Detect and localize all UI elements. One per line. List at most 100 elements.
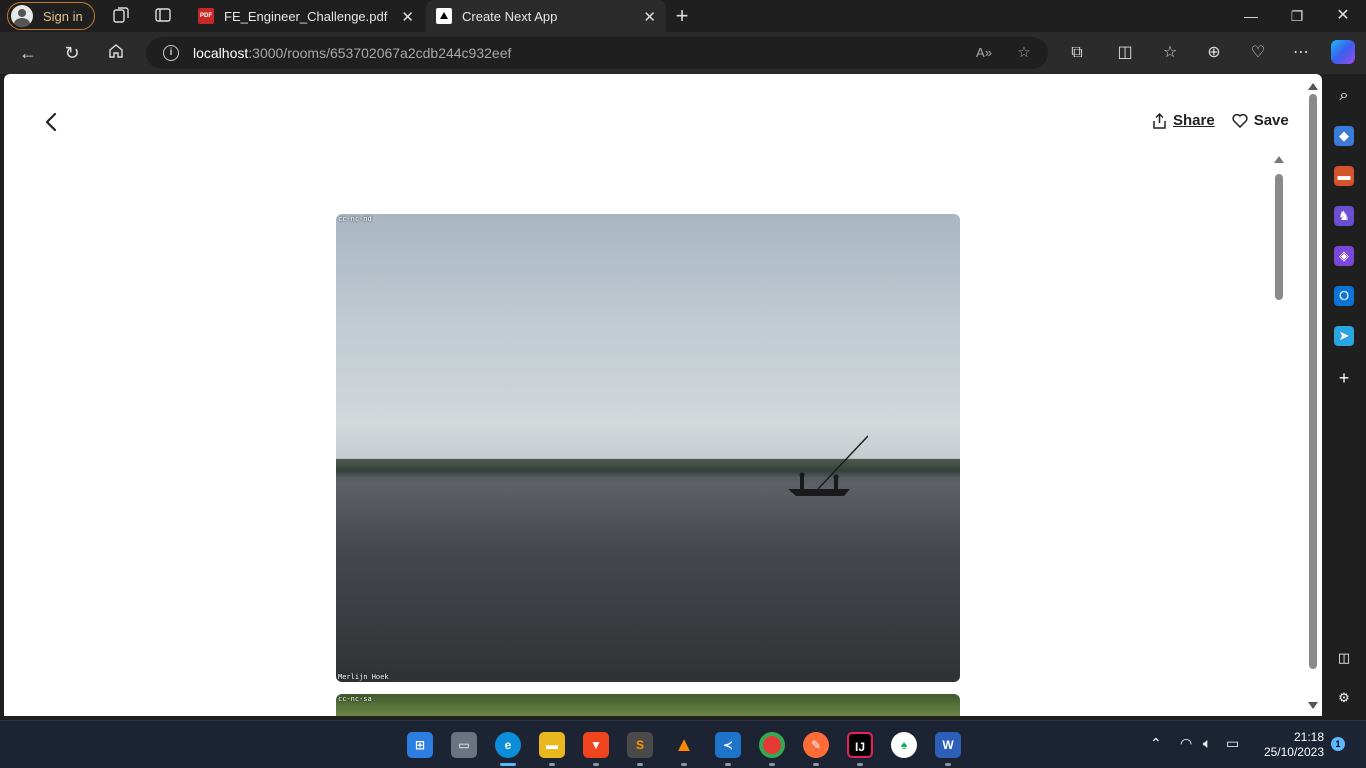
running-indicator [681, 763, 687, 766]
split-screen-icon[interactable]: ◫ [1334, 648, 1354, 668]
room-photo[interactable]: cc-nc-sa [336, 694, 960, 716]
vlc-icon[interactable]: ▲ [671, 732, 697, 758]
refresh-icon[interactable]: ↻ [61, 42, 83, 64]
scrollbar-thumb[interactable] [1309, 94, 1317, 669]
scroll-up-arrow-icon[interactable] [1308, 83, 1318, 90]
mongodb-compass-icon[interactable]: ♠ [891, 732, 917, 758]
boat-silhouette [788, 435, 868, 496]
web-page: Share Save cc-nc-nd Merlijn Hoek cc-nc-s… [4, 74, 1322, 716]
sign-in-label: Sign in [43, 8, 83, 24]
restore-icon[interactable]: ❐ [1274, 0, 1320, 32]
system-clock[interactable]: 21:18 25/10/2023 [1260, 730, 1324, 760]
show-hidden-icons-icon[interactable]: ⌃ [1150, 735, 1162, 752]
brave-icon[interactable]: ▼ [583, 732, 609, 758]
photo-license: cc-nc-nd [338, 215, 372, 223]
edge-icon[interactable]: e [495, 732, 521, 758]
tab-actions-icon[interactable] [153, 6, 173, 26]
close-tab-icon[interactable]: ✕ [643, 8, 656, 26]
workspaces-icon[interactable] [111, 6, 131, 26]
new-tab-icon[interactable]: + [672, 5, 692, 27]
browser-tab-bar: Sign in PDF FE_Engineer_Challenge.pdf ✕ … [0, 0, 1366, 32]
site-info-icon[interactable]: i [163, 45, 179, 61]
extensions-icon[interactable]: ⧉ [1066, 42, 1088, 64]
tag-icon[interactable]: ◆ [1334, 126, 1354, 146]
settings-icon[interactable]: ⚙ [1334, 688, 1354, 708]
office-icon[interactable]: ◈ [1334, 246, 1354, 266]
running-indicator [857, 763, 863, 766]
scroll-down-arrow-icon[interactable] [1308, 702, 1318, 709]
share-label: Share [1173, 112, 1215, 129]
copilot-icon[interactable] [1331, 40, 1355, 64]
split-screen-icon[interactable]: ◫ [1114, 42, 1136, 64]
photo-gallery: cc-nc-nd Merlijn Hoek cc-nc-sa [336, 214, 960, 716]
windows-start-icon[interactable]: ⊞ [407, 732, 433, 758]
tab-title: Create Next App [462, 8, 558, 24]
vscode-icon[interactable]: ≺ [715, 732, 741, 758]
clock-date: 25/10/2023 [1263, 745, 1324, 759]
windows-taskbar: ⊞ ▭ e ▬ ▼ S ▲ ≺ ✎ IJ ♠ W ⌃ ◠ 🔈︎ ▭ 21:18 … [0, 720, 1366, 768]
home-icon[interactable] [105, 42, 127, 64]
sublime-text-icon[interactable]: S [627, 732, 653, 758]
chrome-icon[interactable] [759, 732, 785, 758]
profile-icon [11, 5, 33, 27]
chess-icon[interactable]: ♞ [1334, 206, 1354, 226]
running-indicator [637, 763, 643, 766]
active-app-indicator [500, 763, 516, 766]
task-view-icon[interactable]: ▭ [451, 732, 477, 758]
room-photo[interactable]: cc-nc-nd Merlijn Hoek [336, 214, 960, 682]
running-indicator [593, 763, 599, 766]
collections-icon[interactable]: ⊕ [1203, 42, 1225, 64]
clock-time: 21:18 [1293, 730, 1324, 744]
tab-pdf[interactable]: PDF FE_Engineer_Challenge.pdf ✕ [188, 0, 424, 32]
tab-title: FE_Engineer_Challenge.pdf [224, 8, 388, 24]
sign-in-button[interactable]: Sign in [7, 2, 95, 30]
close-tab-icon[interactable]: ✕ [401, 8, 414, 26]
scrollbar-thumb[interactable] [1275, 174, 1283, 300]
running-indicator [549, 763, 555, 766]
save-label: Save [1253, 112, 1289, 129]
heart-icon [1232, 113, 1248, 128]
minimize-icon[interactable]: — [1228, 0, 1274, 32]
nextjs-icon [436, 8, 452, 24]
edge-sidebar: ⌕ ◆ ▬ ♞ ◈ O ➤ + ◫ ⚙ [1322, 74, 1366, 716]
more-menu-icon[interactable]: ⋯ [1290, 42, 1312, 64]
toolbox-icon[interactable]: ▬ [1334, 166, 1354, 186]
favorite-star-icon[interactable]: ☆ [1014, 43, 1034, 63]
word-icon[interactable]: W [935, 732, 961, 758]
postman-icon[interactable]: ✎ [803, 732, 829, 758]
share-button[interactable]: Share [1152, 112, 1215, 129]
wifi-icon[interactable]: ◠ [1180, 735, 1192, 752]
browser-essentials-icon[interactable]: ♡ [1247, 42, 1269, 64]
page-scrollbar[interactable] [1306, 76, 1320, 714]
inner-scrollbar[interactable] [1272, 154, 1286, 714]
photo-credit: Merlijn Hoek [338, 673, 389, 681]
url-text[interactable]: localhost:3000/rooms/653702067a2cdb244c9… [193, 45, 511, 61]
address-bar[interactable]: i localhost:3000/rooms/653702067a2cdb244… [146, 37, 1048, 69]
running-indicator [725, 763, 731, 766]
outlook-icon[interactable]: O [1334, 286, 1354, 306]
add-icon[interactable]: + [1334, 368, 1354, 388]
close-window-icon[interactable]: ✕ [1320, 0, 1366, 32]
battery-icon[interactable]: ▭ [1226, 735, 1239, 752]
back-icon[interactable]: ← [17, 42, 39, 64]
browser-toolbar: ← ↻ i localhost:3000/rooms/653702067a2cd… [0, 32, 1366, 74]
room-actions: Share Save [1152, 112, 1306, 129]
running-indicator [769, 763, 775, 766]
share-icon [1153, 112, 1166, 129]
volume-icon[interactable]: 🔈︎ [1203, 735, 1211, 752]
favorites-icon[interactable]: ☆ [1159, 42, 1181, 64]
photo-license: cc-nc-sa [338, 695, 372, 703]
tab-create-next-app[interactable]: Create Next App ✕ [426, 0, 666, 32]
intellij-icon[interactable]: IJ [847, 732, 873, 758]
running-indicator [813, 763, 819, 766]
search-icon[interactable]: ⌕ [1334, 86, 1354, 106]
running-indicator [945, 763, 951, 766]
telegram-icon[interactable]: ➤ [1334, 326, 1354, 346]
read-aloud-icon[interactable]: A» [974, 43, 994, 63]
save-button[interactable]: Save [1232, 112, 1289, 129]
scroll-up-arrow-icon[interactable] [1274, 156, 1284, 163]
back-arrow-icon[interactable] [42, 110, 62, 134]
file-explorer-icon[interactable]: ▬ [539, 732, 565, 758]
notification-badge[interactable]: 1 [1331, 737, 1345, 751]
pdf-icon: PDF [198, 8, 214, 24]
